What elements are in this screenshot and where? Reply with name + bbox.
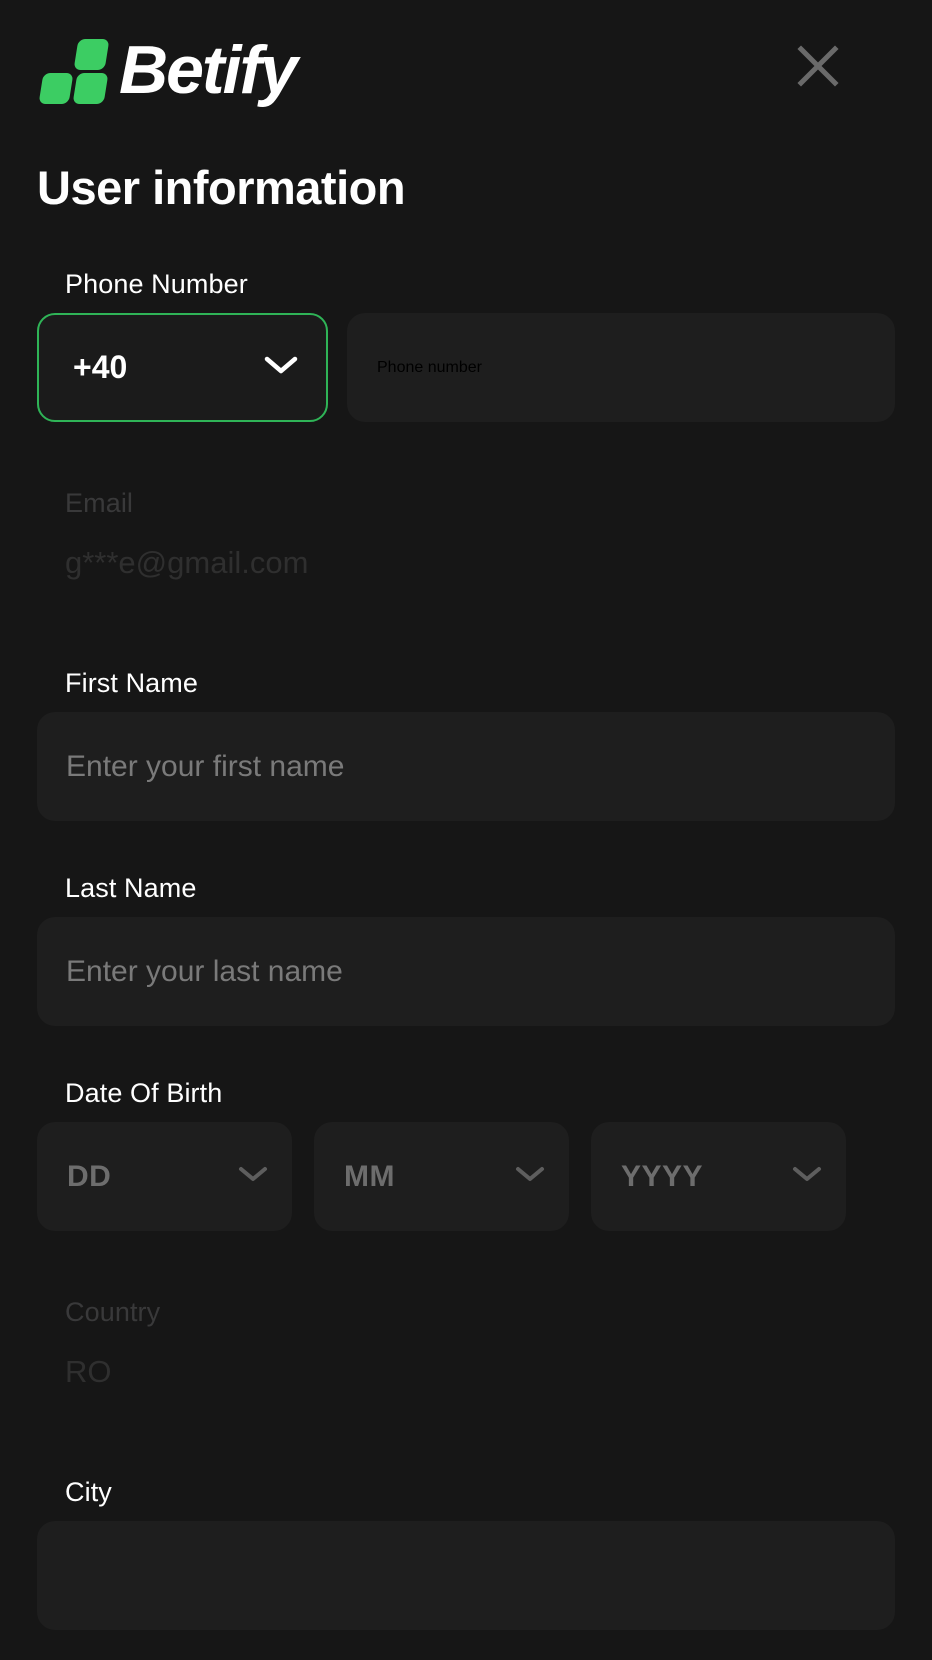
country-field: Country RO — [37, 1297, 895, 1403]
betify-squares-logo-icon — [38, 35, 113, 105]
email-value: g***e@gmail.com — [65, 545, 309, 580]
city-label: City — [65, 1477, 112, 1507]
close-button[interactable] — [789, 37, 847, 95]
first-name-field: First Name Enter your first name — [37, 668, 895, 821]
country-code-select[interactable]: +40 — [37, 313, 328, 422]
header: Betify — [37, 0, 895, 140]
email-label: Email — [65, 488, 134, 518]
date-of-birth-label: Date Of Birth — [65, 1078, 223, 1108]
dob-day-value: DD — [67, 1159, 112, 1193]
email-field: Email g***e@gmail.com — [37, 488, 895, 594]
phone-number-input[interactable]: Phone number — [347, 313, 895, 422]
chevron-down-icon — [515, 1165, 545, 1188]
date-of-birth-field: Date Of Birth DD MM YYYY — [37, 1078, 895, 1231]
first-name-label: First Name — [65, 668, 199, 698]
phone-number-label: Phone Number — [65, 269, 248, 299]
brand-name: Betify — [119, 32, 298, 108]
last-name-placeholder: Enter your last name — [66, 954, 343, 988]
dob-day-select[interactable]: DD — [37, 1122, 292, 1231]
user-information-screen: Betify User information Phone Number +40 — [0, 0, 932, 1660]
phone-number-field: Phone Number +40 Phone number — [37, 269, 895, 422]
last-name-input[interactable]: Enter your last name — [37, 917, 895, 1026]
chevron-down-icon — [238, 1165, 268, 1188]
dob-year-value: YYYY — [621, 1159, 704, 1193]
last-name-field: Last Name Enter your last name — [37, 873, 895, 1026]
close-icon — [795, 43, 841, 89]
chevron-down-icon — [264, 355, 298, 380]
city-field: City — [37, 1477, 895, 1630]
country-value: RO — [65, 1354, 112, 1389]
phone-number-row: +40 Phone number — [37, 313, 895, 422]
phone-number-placeholder: Phone number — [377, 358, 482, 376]
dob-month-select[interactable]: MM — [314, 1122, 569, 1231]
city-input[interactable] — [37, 1521, 895, 1630]
first-name-input[interactable]: Enter your first name — [37, 712, 895, 821]
dob-month-value: MM — [344, 1159, 395, 1193]
first-name-placeholder: Enter your first name — [66, 749, 345, 783]
brand-logo: Betify — [38, 32, 298, 108]
user-information-form: Phone Number +40 Phone number Email g***… — [37, 269, 895, 1630]
country-label: Country — [65, 1297, 161, 1327]
chevron-down-icon — [792, 1165, 822, 1188]
dob-year-select[interactable]: YYYY — [591, 1122, 846, 1231]
last-name-label: Last Name — [65, 873, 197, 903]
country-code-value: +40 — [73, 349, 128, 385]
page-title: User information — [37, 161, 406, 214]
date-of-birth-row: DD MM YYYY — [37, 1122, 895, 1231]
